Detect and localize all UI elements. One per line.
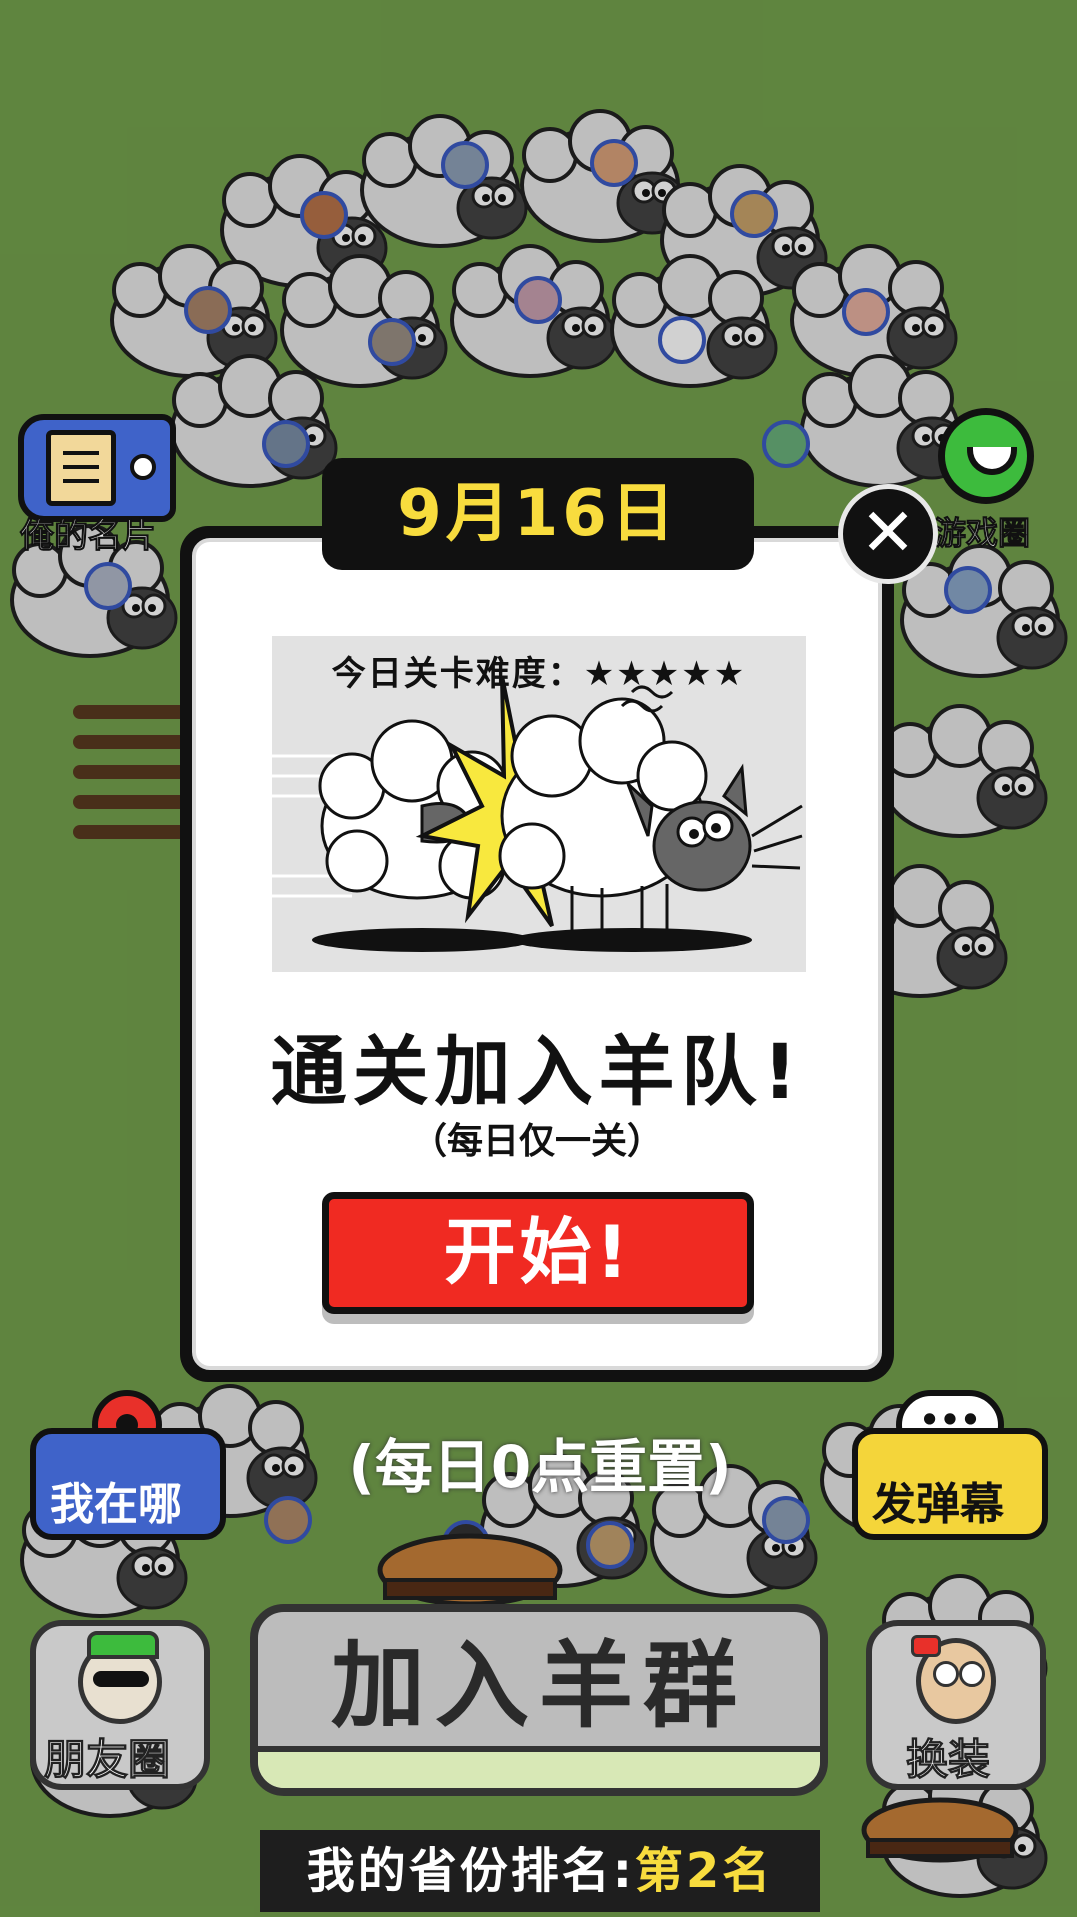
modal-title: 通关加入羊队! [270,1027,804,1116]
join-herd-wave [258,1746,820,1788]
join-herd-label: 加入羊群 [330,1632,747,1741]
game-circle-button[interactable]: 游戏圈 [926,408,1072,556]
modal-subtitle: （每日仅一关） [410,1121,663,1162]
dress-up-button[interactable]: 换装 [866,1620,1046,1790]
province-rank-bar[interactable]: 我的省份排名:第2名 [260,1830,820,1912]
province-rank-label: 我的省份排名: [306,1843,635,1899]
my-card-button[interactable]: 俺的名片 [14,408,176,557]
dressed-sheep-icon [911,1635,996,1724]
close-icon: ✕ [860,494,916,571]
close-button[interactable]: ✕ [838,484,938,584]
chat-smile-icon [938,408,1034,504]
sheep-collision-illustration [272,675,803,952]
where-am-i-label: 我在哪 [50,1479,182,1530]
moments-button[interactable]: 朋友圈 [30,1620,210,1790]
moments-label: 朋友圈 [43,1735,171,1785]
level-illustration: 今日关卡难度：★★★★★ [272,636,806,972]
start-button[interactable]: 开始! [322,1192,754,1314]
game-circle-label: 游戏圈 [933,514,1031,553]
send-danmaku-button[interactable]: ••• 发弹幕 [852,1390,1048,1550]
card-tag-icon [18,414,176,522]
where-am-i-button[interactable]: 我在哪 [30,1375,226,1550]
date-label: 9月16日 [397,477,679,551]
province-rank-value: 第2名 [634,1843,774,1899]
my-card-label: 俺的名片 [20,516,157,557]
join-herd-button[interactable]: 加入羊群 [250,1604,828,1796]
date-tab: 9月16日 [322,458,754,570]
send-danmaku-label: 发弹幕 [872,1479,1004,1530]
dress-up-label: 换装 [905,1735,991,1785]
reset-note: (每日0点重置) [348,1433,732,1501]
cool-sheep-icon [78,1631,162,1724]
